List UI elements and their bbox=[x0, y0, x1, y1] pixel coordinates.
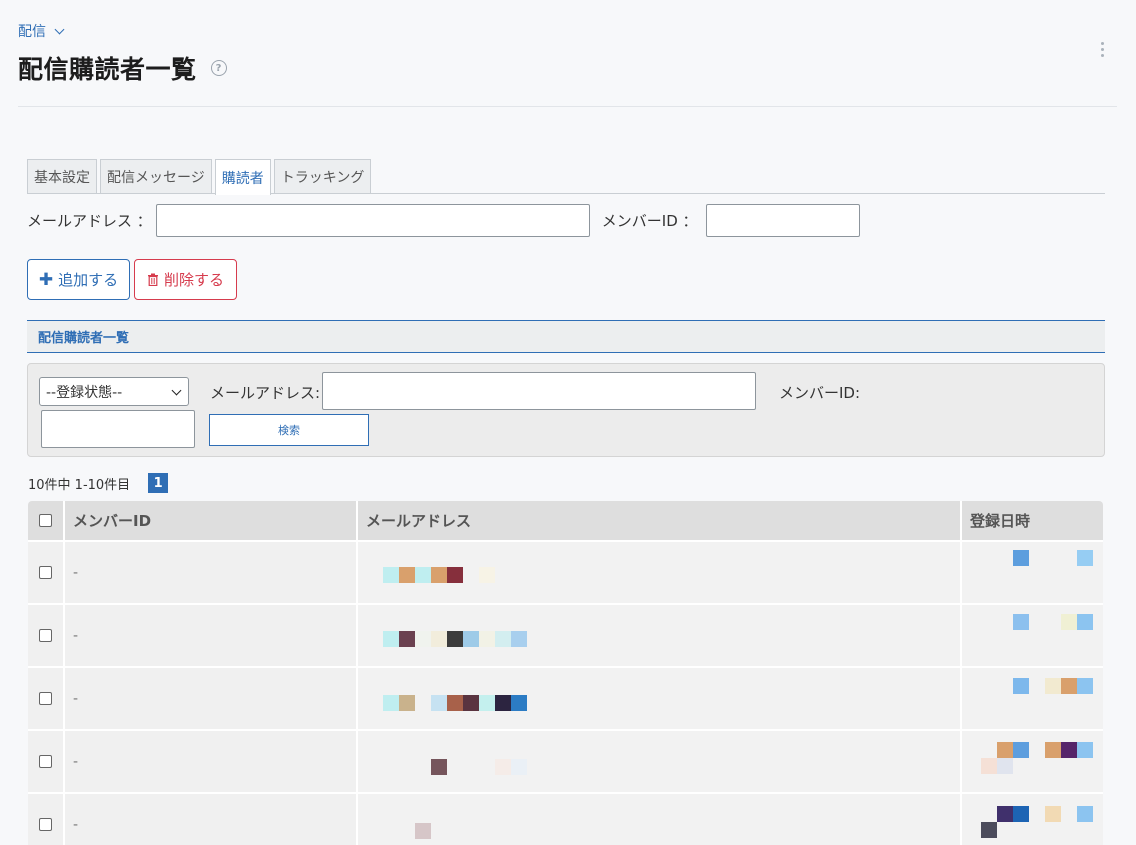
table-row[interactable]: - bbox=[28, 540, 1103, 603]
add-button[interactable]: ✚ 追加する bbox=[27, 259, 130, 300]
email-cell-redacted bbox=[358, 668, 962, 729]
registered-at-cell-redacted bbox=[962, 794, 1103, 845]
header-divider bbox=[18, 106, 1117, 107]
email-label: メールアドレス ： bbox=[27, 212, 152, 230]
member-id-cell: - bbox=[65, 668, 358, 729]
email-field[interactable] bbox=[155, 204, 590, 237]
delete-button-label: 削除する bbox=[163, 271, 224, 289]
row-checkbox-cell bbox=[28, 542, 65, 603]
breadcrumb-label[interactable]: 配信 bbox=[18, 21, 46, 41]
status-select-value: --登録状態-- bbox=[46, 384, 123, 401]
row-checkbox[interactable] bbox=[39, 755, 52, 768]
status-select[interactable]: --登録状態-- bbox=[39, 377, 189, 406]
row-checkbox[interactable] bbox=[39, 629, 52, 642]
row-checkbox-cell bbox=[28, 605, 65, 666]
member-id-field[interactable] bbox=[705, 204, 860, 237]
trash-icon bbox=[147, 273, 158, 286]
subscriber-table: メンバーID メールアドレス 登録日時 - - - - - bbox=[28, 501, 1103, 845]
tab-basic-settings[interactable]: 基本設定 bbox=[27, 159, 97, 193]
add-subscriber-form: メールアドレス ： メンバーID ： bbox=[27, 204, 860, 237]
row-checkbox[interactable] bbox=[39, 566, 52, 579]
tab-bar: 基本設定 配信メッセージ 購読者 トラッキング bbox=[27, 159, 1105, 195]
search-email-input[interactable] bbox=[322, 372, 756, 410]
column-header-email[interactable]: メールアドレス bbox=[358, 501, 962, 540]
tab-subscribers[interactable]: 購読者 bbox=[214, 159, 271, 195]
email-cell-redacted bbox=[358, 794, 962, 845]
search-member-id-input[interactable] bbox=[41, 410, 195, 448]
row-checkbox-cell bbox=[28, 668, 65, 729]
email-cell-redacted bbox=[358, 731, 962, 792]
tab-tracking[interactable]: トラッキング bbox=[273, 159, 372, 193]
pagination: 10件中 1-10件目 1 bbox=[28, 473, 169, 493]
registered-at-cell-redacted bbox=[962, 605, 1103, 666]
member-id-cell: - bbox=[65, 731, 358, 792]
column-header-member-id[interactable]: メンバーID bbox=[65, 501, 358, 540]
page-title: 配信購読者一覧 bbox=[18, 55, 197, 84]
registered-at-cell-redacted bbox=[962, 731, 1103, 792]
member-id-cell: - bbox=[65, 542, 358, 603]
section-title: 配信購読者一覧 bbox=[27, 320, 1105, 353]
table-header: メンバーID メールアドレス 登録日時 bbox=[28, 501, 1103, 540]
email-cell-redacted bbox=[358, 605, 962, 666]
select-all-cell bbox=[28, 501, 65, 540]
search-member-id-label: メンバーID: bbox=[779, 384, 861, 402]
plus-icon: ✚ bbox=[38, 269, 54, 290]
email-cell-redacted bbox=[358, 542, 962, 603]
member-id-cell: - bbox=[65, 605, 358, 666]
row-checkbox-cell bbox=[28, 794, 65, 845]
select-all-checkbox[interactable] bbox=[39, 514, 52, 527]
registered-at-cell-redacted bbox=[962, 668, 1103, 729]
title-row: 配信購読者一覧 ? bbox=[18, 50, 227, 86]
delete-button[interactable]: 削除する bbox=[134, 259, 237, 300]
search-email-label: メールアドレス: bbox=[210, 384, 321, 402]
registered-at-cell-redacted bbox=[962, 542, 1103, 603]
table-row[interactable]: - bbox=[28, 792, 1103, 845]
member-id-cell: - bbox=[65, 794, 358, 845]
add-button-label: 追加する bbox=[58, 271, 119, 289]
help-circle-icon[interactable]: ? bbox=[210, 60, 227, 76]
row-checkbox-cell bbox=[28, 731, 65, 792]
chevron-down-icon bbox=[171, 385, 182, 396]
page-number-current[interactable]: 1 bbox=[148, 473, 169, 493]
chevron-down-icon[interactable] bbox=[54, 24, 65, 34]
row-checkbox[interactable] bbox=[39, 818, 52, 831]
tab-delivery-messages[interactable]: 配信メッセージ bbox=[100, 159, 212, 193]
breadcrumb[interactable]: 配信 bbox=[18, 21, 65, 41]
table-row[interactable]: - bbox=[28, 666, 1103, 729]
column-header-registered-at[interactable]: 登録日時 bbox=[962, 501, 1103, 540]
table-row[interactable]: - bbox=[28, 729, 1103, 792]
search-panel: --登録状態-- メールアドレス: メンバーID: 検索 bbox=[27, 363, 1105, 457]
search-button[interactable]: 検索 bbox=[209, 414, 369, 446]
member-id-label: メンバーID ： bbox=[601, 212, 698, 230]
row-checkbox[interactable] bbox=[39, 692, 52, 705]
kebab-menu-icon[interactable] bbox=[1098, 42, 1106, 57]
pagination-summary: 10件中 1-10件目 bbox=[28, 477, 131, 493]
table-row[interactable]: - bbox=[28, 603, 1103, 666]
